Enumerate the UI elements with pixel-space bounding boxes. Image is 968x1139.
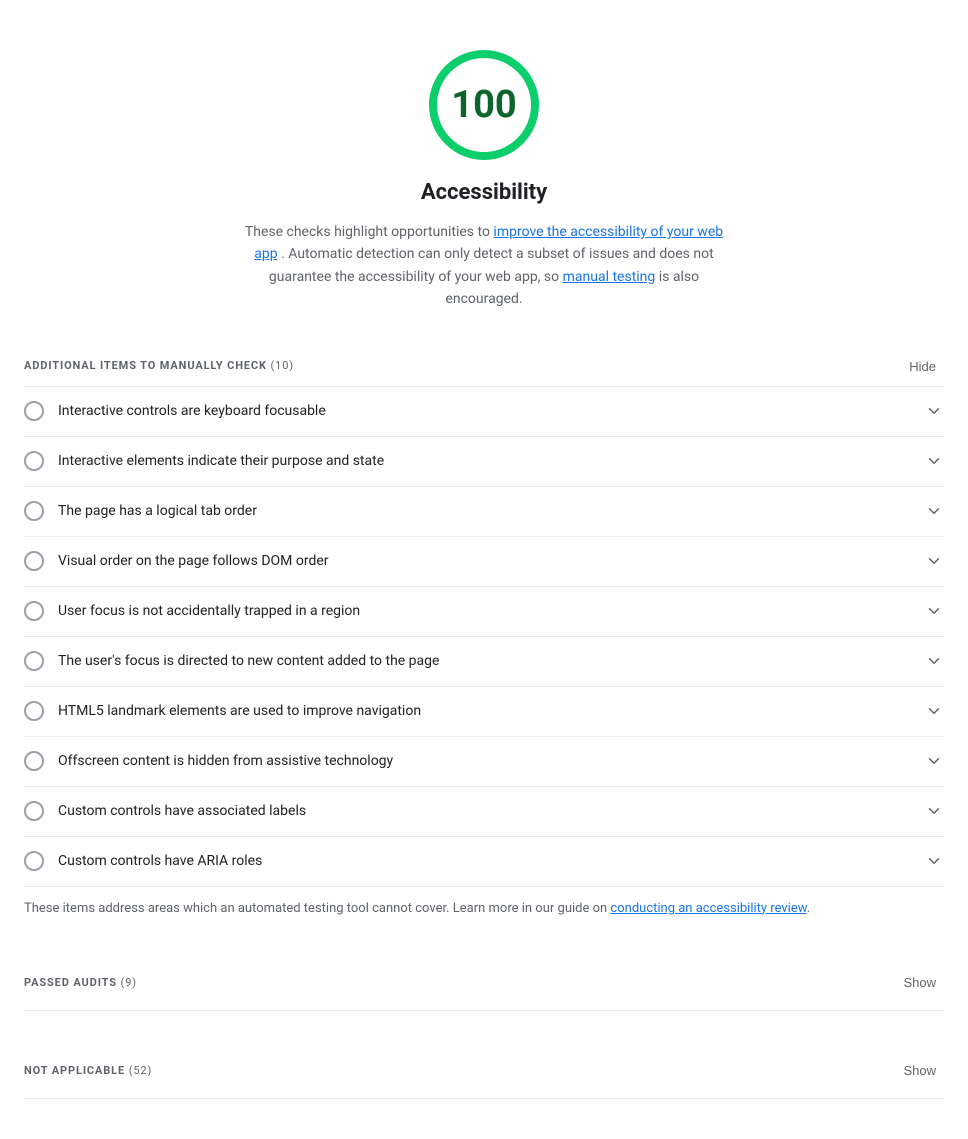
passed-section-label: PASSED AUDITS (9): [24, 975, 137, 992]
audit-item-interactive-elements[interactable]: Interactive elements indicate their purp…: [24, 437, 944, 487]
manual-section-count: (10): [271, 359, 295, 372]
not-applicable-section-count: (52): [129, 1064, 153, 1077]
audit-text-keyboard-focusable: Interactive controls are keyboard focusa…: [58, 401, 924, 422]
audit-status-icon-focus-trap: [24, 601, 44, 621]
audit-text-focus-trap: User focus is not accidentally trapped i…: [58, 601, 924, 622]
not-applicable-section-toggle[interactable]: Show: [895, 1059, 944, 1082]
chevron-down-icon-focus-trap: [924, 601, 944, 621]
audit-text-offscreen-content: Offscreen content is hidden from assisti…: [58, 751, 924, 772]
not-applicable-divider: [24, 1098, 944, 1099]
manual-section-label: ADDITIONAL ITEMS TO MANUALLY CHECK (10): [24, 358, 294, 375]
audit-text-aria-roles: Custom controls have ARIA roles: [58, 851, 924, 872]
chevron-down-icon-aria-roles: [924, 851, 944, 871]
manual-check-section: ADDITIONAL ITEMS TO MANUALLY CHECK (10) …: [24, 331, 944, 924]
chevron-down-icon-keyboard-focusable: [924, 401, 944, 421]
score-number: 100: [451, 77, 516, 134]
not-applicable-section: NOT APPLICABLE (52) Show: [24, 1035, 944, 1099]
chevron-down-icon-offscreen-content: [924, 751, 944, 771]
chevron-down-icon-focus-directed: [924, 651, 944, 671]
score-title: Accessibility: [421, 176, 547, 209]
audit-item-landmark-elements[interactable]: HTML5 landmark elements are used to impr…: [24, 687, 944, 737]
audit-item-keyboard-focusable[interactable]: Interactive controls are keyboard focusa…: [24, 387, 944, 437]
improve-link[interactable]: improve the accessibility of your web ap…: [254, 224, 723, 262]
manual-section-header: ADDITIONAL ITEMS TO MANUALLY CHECK (10) …: [24, 331, 944, 386]
chevron-down-icon-custom-labels: [924, 801, 944, 821]
not-applicable-section-label: NOT APPLICABLE (52): [24, 1063, 152, 1080]
audit-text-custom-labels: Custom controls have associated labels: [58, 801, 924, 822]
chevron-down-icon-interactive-elements: [924, 451, 944, 471]
score-circle: 100: [429, 50, 539, 160]
audit-item-tab-order[interactable]: The page has a logical tab order: [24, 487, 944, 537]
audit-status-icon-tab-order: [24, 501, 44, 521]
audit-item-custom-labels[interactable]: Custom controls have associated labels: [24, 787, 944, 837]
score-description: These checks highlight opportunities to …: [234, 221, 734, 311]
score-section: 100 Accessibility These checks highlight…: [24, 20, 944, 331]
chevron-down-icon-landmark-elements: [924, 701, 944, 721]
manual-audit-list: Interactive controls are keyboard focusa…: [24, 386, 944, 887]
manual-testing-link[interactable]: manual testing: [563, 269, 656, 285]
passed-section-toggle[interactable]: Show: [895, 971, 944, 994]
audit-item-focus-directed[interactable]: The user's focus is directed to new cont…: [24, 637, 944, 687]
chevron-down-icon-dom-order: [924, 551, 944, 571]
audit-status-icon-offscreen-content: [24, 751, 44, 771]
manual-section-note: These items address areas which an autom…: [24, 887, 944, 924]
audit-item-dom-order[interactable]: Visual order on the page follows DOM ord…: [24, 537, 944, 587]
audit-status-icon-landmark-elements: [24, 701, 44, 721]
audit-text-interactive-elements: Interactive elements indicate their purp…: [58, 451, 924, 472]
audit-item-aria-roles[interactable]: Custom controls have ARIA roles: [24, 837, 944, 887]
manual-section-toggle[interactable]: Hide: [901, 355, 944, 378]
not-applicable-section-header: NOT APPLICABLE (52) Show: [24, 1035, 944, 1090]
passed-section-count: (9): [121, 976, 137, 989]
audit-status-icon-aria-roles: [24, 851, 44, 871]
chevron-down-icon-tab-order: [924, 501, 944, 521]
audit-text-tab-order: The page has a logical tab order: [58, 501, 924, 522]
audit-status-icon-keyboard-focusable: [24, 401, 44, 421]
audit-text-landmark-elements: HTML5 landmark elements are used to impr…: [58, 701, 924, 722]
passed-divider: [24, 1010, 944, 1011]
page-container: 100 Accessibility These checks highlight…: [0, 0, 968, 1139]
audit-text-dom-order: Visual order on the page follows DOM ord…: [58, 551, 924, 572]
audit-status-icon-focus-directed: [24, 651, 44, 671]
audit-item-offscreen-content[interactable]: Offscreen content is hidden from assisti…: [24, 737, 944, 787]
audit-status-icon-custom-labels: [24, 801, 44, 821]
passed-audits-section: PASSED AUDITS (9) Show: [24, 947, 944, 1011]
audit-text-focus-directed: The user's focus is directed to new cont…: [58, 651, 924, 672]
audit-item-focus-trap[interactable]: User focus is not accidentally trapped i…: [24, 587, 944, 637]
audit-status-icon-dom-order: [24, 551, 44, 571]
audit-status-icon-interactive-elements: [24, 451, 44, 471]
passed-section-header: PASSED AUDITS (9) Show: [24, 947, 944, 1002]
conducting-review-link[interactable]: conducting an accessibility review: [610, 901, 806, 916]
